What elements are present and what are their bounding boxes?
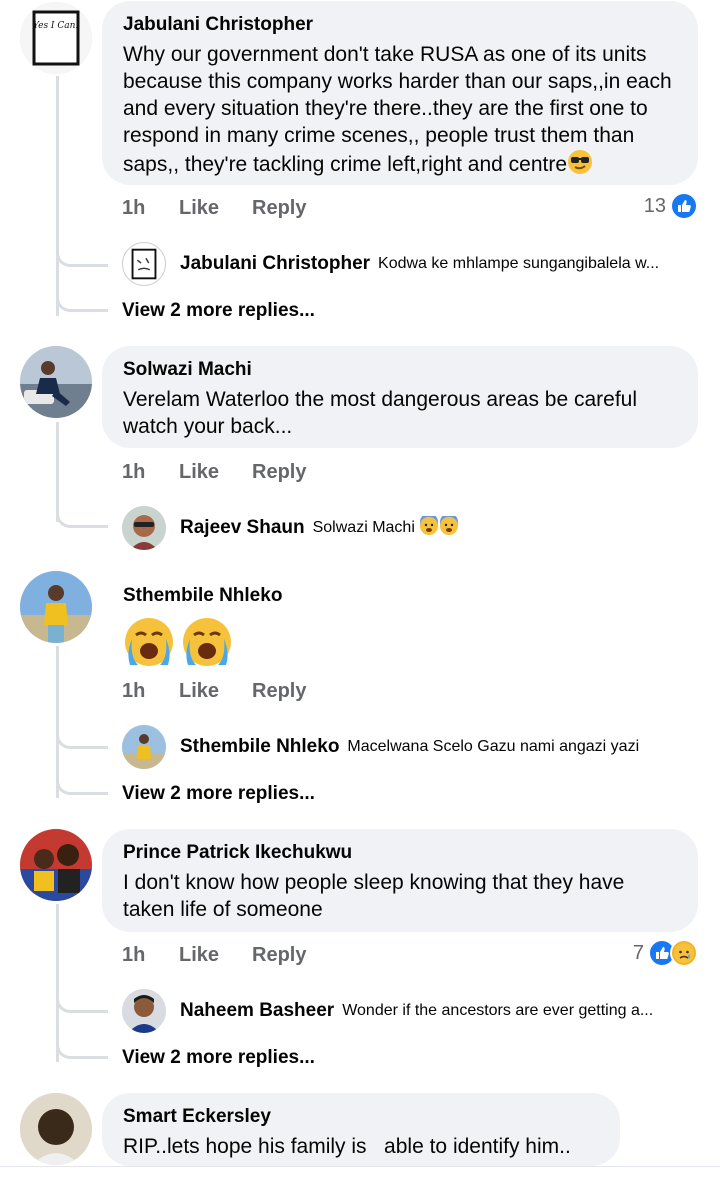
comment-bubble[interactable]: Solwazi Machi Verelam Waterloo the most … <box>102 346 698 448</box>
reply-avatar[interactable] <box>122 989 166 1033</box>
avatar[interactable]: Yes I Can! <box>20 2 92 74</box>
reply-author[interactable]: Naheem Basheer <box>180 1000 334 1022</box>
crying-face-emoji <box>122 615 176 674</box>
avatar[interactable] <box>20 1093 92 1165</box>
reply-button[interactable]: Reply <box>252 944 306 967</box>
anxious-face-emoji <box>419 512 439 541</box>
comment-actions: 1h Like Reply <box>122 676 306 706</box>
thread-branch <box>56 514 108 528</box>
comment-text: RIP..lets hope his family is able to ide… <box>123 1135 571 1158</box>
thread-branch <box>56 999 108 1013</box>
comment-time[interactable]: 1h <box>122 680 179 703</box>
reply-author[interactable]: Jabulani Christopher <box>180 253 370 275</box>
thread-branch <box>56 781 108 795</box>
reaction-summary[interactable]: 7 <box>633 938 698 968</box>
like-button[interactable]: Like <box>179 944 252 967</box>
comment-text: Verelam Waterloo the most dangerous area… <box>123 388 637 438</box>
thread-branch <box>56 1045 108 1059</box>
thread-branch <box>56 298 108 312</box>
like-reaction-icon <box>670 192 698 220</box>
sad-reaction-icon <box>670 939 698 967</box>
comment-time[interactable]: 1h <box>122 944 179 967</box>
reaction-summary[interactable]: 13 <box>644 191 698 221</box>
thread-line <box>56 422 59 522</box>
like-button[interactable]: Like <box>179 197 252 220</box>
crying-face-emoji <box>180 615 234 674</box>
reply-avatar[interactable] <box>122 725 166 769</box>
comment-author[interactable]: Solwazi Machi <box>123 358 676 382</box>
reply-preview[interactable]: Sthembile Nhleko Macelwana Scelo Gazu na… <box>180 732 639 762</box>
reply-button[interactable]: Reply <box>252 461 306 484</box>
like-button[interactable]: Like <box>179 461 252 484</box>
reply-preview[interactable]: Rajeev Shaun Solwazi Machi <box>180 512 459 543</box>
reply-author[interactable]: Sthembile Nhleko <box>180 736 339 758</box>
comment-author[interactable]: Prince Patrick Ikechukwu <box>123 841 676 865</box>
view-more-replies-link[interactable]: View 2 more replies... <box>122 1043 315 1073</box>
reply-avatar[interactable] <box>122 242 166 286</box>
comment-author[interactable]: Sthembile Nhleko <box>123 584 282 608</box>
thread-branch <box>56 735 108 749</box>
comment-text: Why our government don't take RUSA as on… <box>123 41 676 182</box>
reply-text: Kodwa ke mhlampe sungangibalela w... <box>378 255 660 272</box>
bottom-edge <box>0 1166 720 1180</box>
reply-preview[interactable]: Jabulani Christopher Kodwa ke mhlampe su… <box>180 249 659 279</box>
reaction-count: 13 <box>643 194 666 217</box>
comment-actions: 1h Like Reply <box>122 193 306 223</box>
like-button[interactable]: Like <box>179 680 252 703</box>
reply-avatar[interactable] <box>122 506 166 550</box>
cool-face-emoji <box>567 149 593 182</box>
comment-bubble[interactable]: Jabulani Christopher Why our government … <box>102 1 698 185</box>
reply-text: Solwazi Machi <box>312 519 415 536</box>
thread-line <box>56 76 59 316</box>
reply-text: Wonder if the ancestors are ever getting… <box>342 1002 654 1019</box>
reaction-count: 7 <box>632 941 644 964</box>
reply-preview[interactable]: Naheem Basheer Wonder if the ancestors a… <box>180 996 653 1026</box>
thread-line <box>56 646 59 798</box>
view-more-replies-link[interactable]: View 2 more replies... <box>122 779 315 809</box>
avatar[interactable] <box>20 829 92 901</box>
comment-time[interactable]: 1h <box>122 461 179 484</box>
reply-button[interactable]: Reply <box>252 197 306 220</box>
reply-button[interactable]: Reply <box>252 680 306 703</box>
comment-actions: 1h Like Reply <box>122 940 306 970</box>
comment-bubble[interactable]: Smart Eckersley RIP..lets hope his famil… <box>102 1093 620 1166</box>
anxious-face-emoji <box>439 512 459 541</box>
avatar[interactable] <box>20 346 92 418</box>
thread-line <box>56 904 59 1062</box>
comment-time[interactable]: 1h <box>122 197 179 220</box>
comment-emoji-content <box>122 615 234 674</box>
comment-bubble[interactable]: Prince Patrick Ikechukwu I don't know ho… <box>102 829 698 932</box>
reply-author[interactable]: Rajeev Shaun <box>180 517 305 539</box>
avatar[interactable] <box>20 571 92 643</box>
view-more-replies-link[interactable]: View 2 more replies... <box>122 296 315 326</box>
comment-author[interactable]: Jabulani Christopher <box>123 13 676 37</box>
comment-actions: 1h Like Reply <box>122 457 306 487</box>
comment-text: I don't know how people sleep knowing th… <box>123 871 625 921</box>
svg-text:Yes I Can!: Yes I Can! <box>33 21 79 31</box>
thread-branch <box>56 253 108 267</box>
reply-text: Macelwana Scelo Gazu nami angazi yazi <box>347 738 640 755</box>
comment-author[interactable]: Smart Eckersley <box>123 1105 598 1129</box>
